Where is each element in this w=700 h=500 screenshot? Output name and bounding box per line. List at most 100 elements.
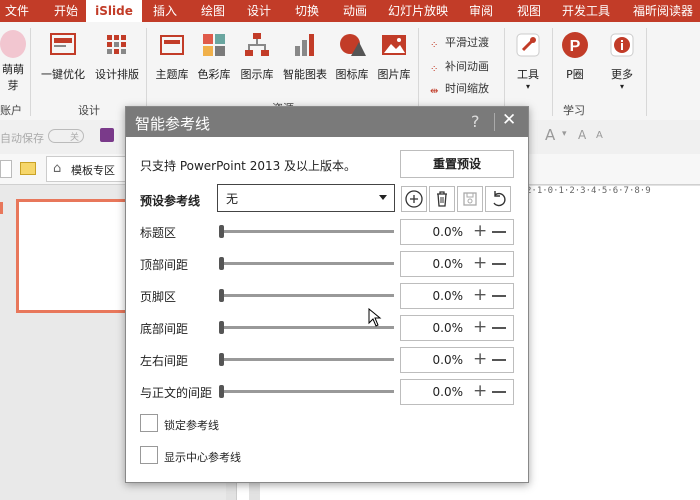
- smooth-transition-icon: ⁘: [430, 40, 439, 51]
- one-click-optimize-button[interactable]: 一键优化: [36, 30, 90, 82]
- avatar: [0, 30, 26, 58]
- tab-template-zone[interactable]: ⌂ 模板专区: [46, 156, 128, 182]
- slider-handle[interactable]: [219, 257, 224, 270]
- close-icon[interactable]: ✕: [502, 110, 516, 130]
- preset-guides-select[interactable]: 无: [217, 184, 395, 212]
- divider: [30, 28, 31, 116]
- minus-icon[interactable]: [492, 391, 506, 393]
- side-margin-value[interactable]: 0.0%: [401, 353, 464, 367]
- info-icon: [610, 33, 634, 57]
- slider-handle[interactable]: [219, 289, 224, 302]
- reset-preset-button[interactable]: 重置预设: [400, 150, 514, 178]
- icon-library-button[interactable]: 图标库: [332, 30, 372, 82]
- tab-animations[interactable]: 动画: [338, 0, 372, 22]
- save-preset-button[interactable]: [457, 186, 483, 212]
- side-margin-label: 左右间距: [140, 354, 189, 368]
- tab-file[interactable]: 文件: [0, 0, 34, 22]
- slider-handle[interactable]: [219, 385, 224, 398]
- design-layout-button[interactable]: 设计排版: [92, 30, 142, 82]
- help-icon[interactable]: ?: [471, 112, 480, 131]
- tab-design[interactable]: 设计: [242, 0, 276, 22]
- smooth-transition-label: 平滑过渡: [445, 36, 489, 49]
- smooth-transition-button[interactable]: ⁘ 平滑过渡: [430, 34, 489, 52]
- tab-review[interactable]: 审阅: [464, 0, 498, 22]
- font-size-up-icon[interactable]: A: [578, 128, 586, 142]
- slider-handle[interactable]: [219, 321, 224, 334]
- font-size-down-icon[interactable]: A: [596, 130, 603, 141]
- add-preset-button[interactable]: [401, 186, 427, 212]
- p-circle-button[interactable]: P P圈: [558, 30, 592, 82]
- account-avatar[interactable]: 萌萌 芽: [0, 30, 26, 93]
- divider: [552, 28, 553, 116]
- plus-icon[interactable]: +: [473, 222, 487, 240]
- tab-draw[interactable]: 绘图: [196, 0, 230, 22]
- side-margin-slider[interactable]: [224, 358, 394, 361]
- undo-button[interactable]: [485, 186, 511, 212]
- slider-handle[interactable]: [219, 353, 224, 366]
- plus-icon[interactable]: +: [473, 286, 487, 304]
- time-scale-button[interactable]: ⇹ 时间缩放: [430, 80, 489, 98]
- title-area-slider[interactable]: [224, 230, 394, 233]
- template-tab-label: 模板专区: [71, 164, 115, 177]
- tab-slideshow[interactable]: 幻灯片放映: [386, 0, 450, 22]
- layout-label: 设计排版: [95, 68, 139, 81]
- plus-icon[interactable]: +: [473, 318, 487, 336]
- tab-transitions[interactable]: 切换: [290, 0, 324, 22]
- folder-icon[interactable]: [20, 162, 36, 175]
- body-spacing-slider[interactable]: [224, 390, 394, 393]
- autosave-toggle[interactable]: 关: [48, 129, 84, 143]
- plus-icon[interactable]: +: [473, 350, 487, 368]
- plus-icon[interactable]: +: [473, 254, 487, 272]
- tab-islide[interactable]: iSlide: [86, 0, 142, 24]
- footer-area-slider[interactable]: [224, 294, 394, 297]
- preset-guides-value: 无: [226, 192, 239, 206]
- bottom-margin-value[interactable]: 0.0%: [401, 321, 464, 335]
- bar-chart-icon: [295, 34, 314, 56]
- more-label: 更多: [611, 68, 633, 81]
- tab-developer[interactable]: 开发工具: [558, 0, 614, 22]
- font-color-dropdown-icon[interactable]: ▾: [562, 129, 567, 139]
- minus-icon[interactable]: [492, 231, 506, 233]
- smart-guides-dialog: 智能参考线 ? ✕ 只支持 PowerPoint 2013 及以上版本。 重置预…: [125, 106, 529, 483]
- tab-home[interactable]: 开始: [46, 0, 86, 22]
- font-color-icon[interactable]: A: [545, 126, 555, 144]
- color-library-button[interactable]: 色彩库: [194, 30, 234, 82]
- smart-chart-button[interactable]: 智能图表: [280, 30, 330, 82]
- footer-area-value[interactable]: 0.0%: [401, 289, 464, 303]
- tween-animation-button[interactable]: ⁘ 补间动画: [430, 58, 489, 76]
- theme-library-button[interactable]: 主题库: [152, 30, 192, 82]
- tab-insert[interactable]: 插入: [148, 0, 182, 22]
- slide-thumbnail[interactable]: [16, 199, 132, 313]
- body-spacing-value[interactable]: 0.0%: [401, 385, 464, 399]
- account-name-line2: 芽: [7, 79, 19, 92]
- save-icon[interactable]: [100, 128, 114, 142]
- icon-library-label: 图标库: [335, 68, 369, 81]
- image-library-button[interactable]: 图片库: [374, 30, 414, 82]
- tab-view[interactable]: 视图: [512, 0, 546, 22]
- top-margin-value[interactable]: 0.0%: [401, 257, 464, 271]
- tab-foxit[interactable]: 福昕阅读器: [626, 0, 700, 22]
- more-button[interactable]: 更多 ▾: [604, 30, 640, 91]
- top-margin-slider[interactable]: [224, 262, 394, 265]
- minus-icon[interactable]: [492, 359, 506, 361]
- slider-handle[interactable]: [219, 225, 224, 238]
- preset-guides-label: 预设参考线: [140, 194, 201, 208]
- tools-button[interactable]: 工具 ▾: [510, 30, 546, 91]
- minus-icon[interactable]: [492, 327, 506, 329]
- title-area-value[interactable]: 0.0%: [401, 225, 464, 239]
- undo-icon: [493, 191, 506, 207]
- mouse-cursor-icon: [368, 308, 382, 327]
- tools-icon: [516, 33, 540, 57]
- center-guides-checkbox[interactable]: [140, 446, 158, 464]
- minus-icon[interactable]: [492, 295, 506, 297]
- dialog-title-bar[interactable]: 智能参考线 ? ✕: [126, 107, 528, 137]
- tween-animation-label: 补间动画: [445, 60, 489, 73]
- minus-icon[interactable]: [492, 263, 506, 265]
- plus-icon[interactable]: +: [473, 382, 487, 400]
- delete-preset-button[interactable]: [429, 186, 455, 212]
- tools-label: 工具: [517, 68, 539, 81]
- color-library-label: 色彩库: [197, 68, 231, 81]
- diagram-library-button[interactable]: 图示库: [236, 30, 278, 82]
- document-icon[interactable]: [0, 160, 12, 178]
- lock-guides-checkbox[interactable]: [140, 414, 158, 432]
